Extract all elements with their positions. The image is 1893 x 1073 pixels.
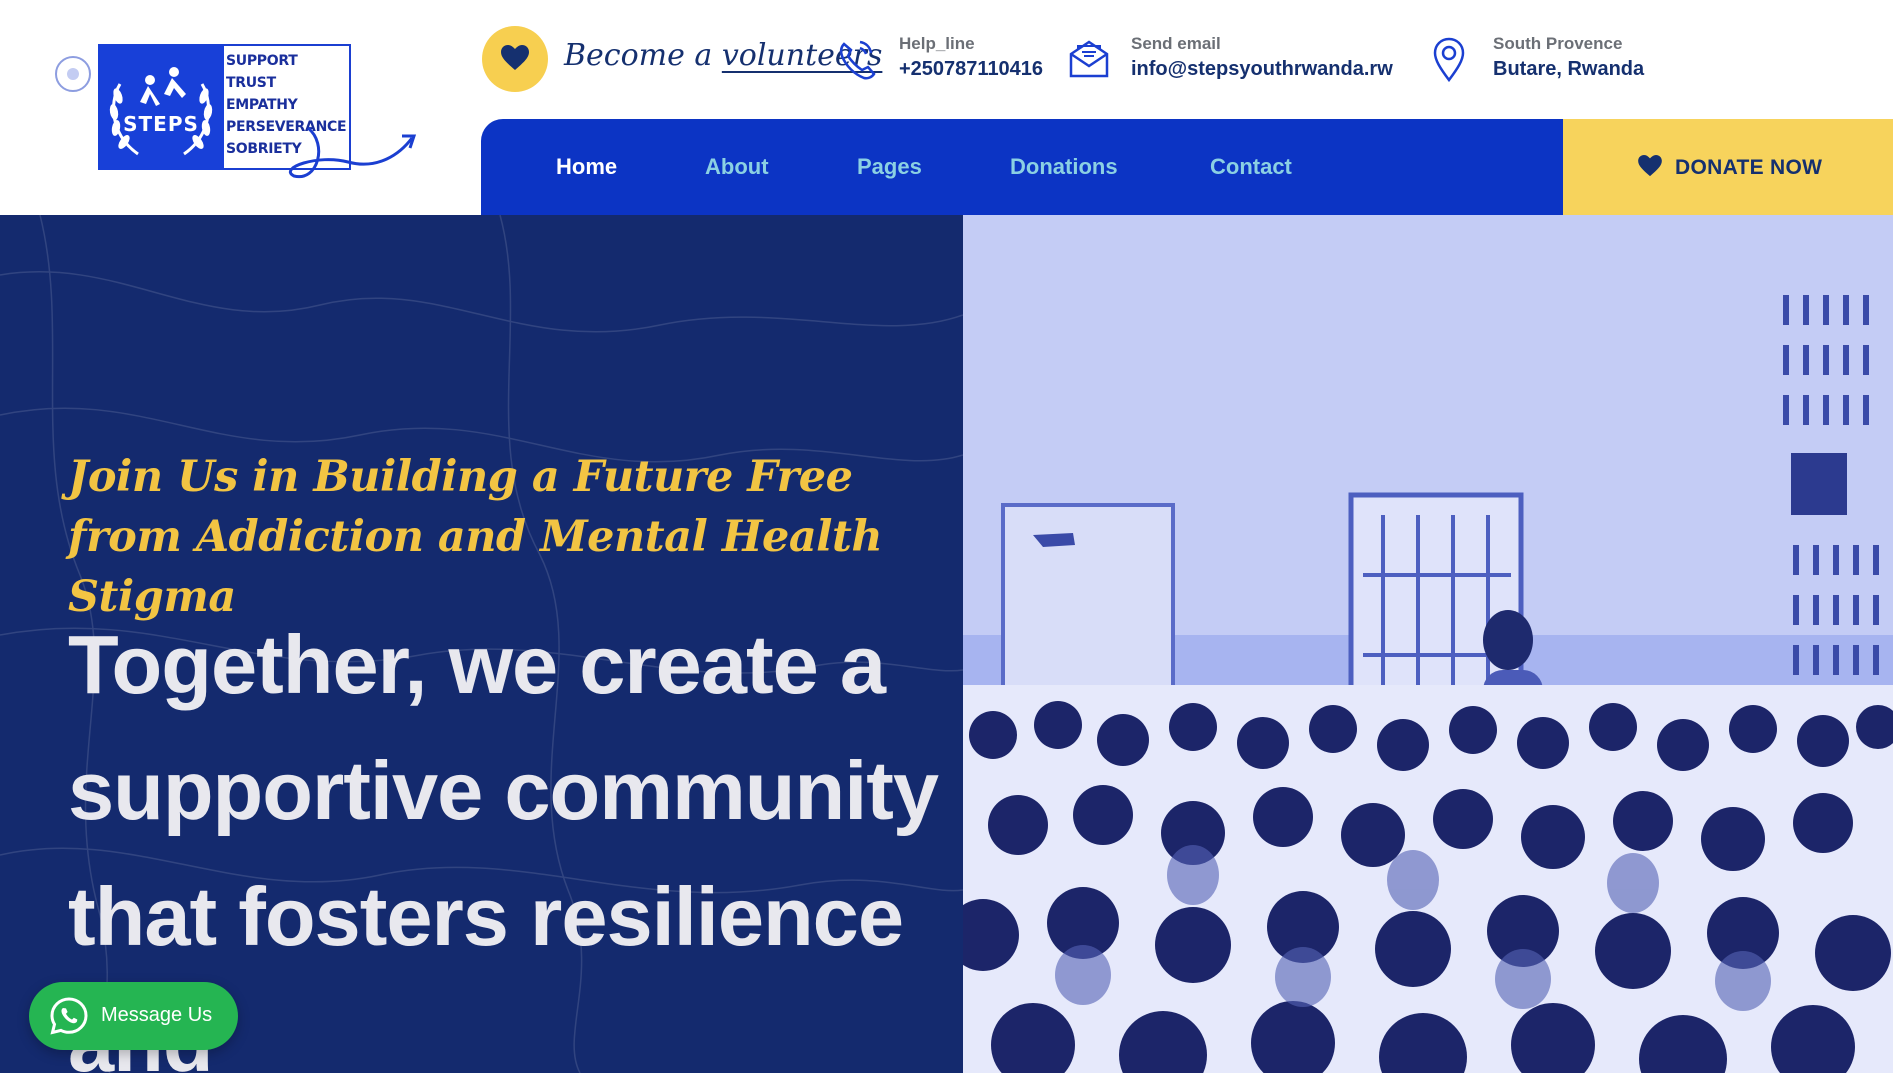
logo-name: STEPS [123, 112, 199, 136]
helpline-label: Help_line [899, 34, 975, 53]
donate-now-label: DONATE NOW [1675, 156, 1823, 179]
email-label: Send email [1131, 34, 1221, 53]
slider-indicator[interactable] [55, 56, 91, 92]
heart-icon [1638, 155, 1662, 177]
nav-about[interactable]: About [705, 154, 769, 180]
donate-now-button[interactable]: DONATE NOW [1563, 119, 1893, 215]
location-pin-icon [1433, 37, 1465, 82]
main-nav: Home About Pages Donations Contact [481, 119, 1563, 215]
logo-word: SUPPORT [226, 53, 298, 69]
logo-swoosh-arrow [289, 126, 417, 179]
nav-contact[interactable]: Contact [1210, 154, 1292, 180]
helpline-number[interactable]: +250787110416 [899, 58, 1043, 81]
message-us-button[interactable]: Message Us [29, 982, 238, 1050]
envelope-icon [1069, 40, 1109, 78]
logo-word: EMPATHY [226, 97, 298, 113]
logo-word: TRUST [226, 75, 276, 91]
message-us-label: Message Us [101, 1004, 213, 1026]
steps-logo[interactable]: STEPS SUPPORT TRUST EMPATHY PERSEVERANCE… [98, 44, 420, 186]
volunteer-text: Become a volunteers [564, 38, 882, 73]
location-value: Butare, Rwanda [1493, 58, 1645, 80]
hero-text-panel: Join Us in Building a Future Free from A… [0, 215, 963, 1073]
volunteer-prefix: Become a [564, 38, 722, 73]
hero-tagline: Join Us in Building a Future Free from A… [68, 452, 883, 622]
whatsapp-icon [50, 997, 88, 1035]
logo-emblem: STEPS [98, 44, 224, 170]
classroom-photo-illustration [963, 215, 1893, 1073]
hero-photo [963, 215, 1893, 1073]
phone-icon [839, 40, 876, 80]
heart-icon [501, 45, 529, 70]
nav-home[interactable]: Home [556, 154, 617, 180]
heart-badge [482, 26, 548, 92]
email-address[interactable]: info@stepsyouthrwanda.rw [1131, 58, 1393, 81]
location-label: South Provence [1493, 34, 1623, 53]
nav-donations[interactable]: Donations [1010, 154, 1118, 180]
nav-pages[interactable]: Pages [857, 154, 922, 180]
